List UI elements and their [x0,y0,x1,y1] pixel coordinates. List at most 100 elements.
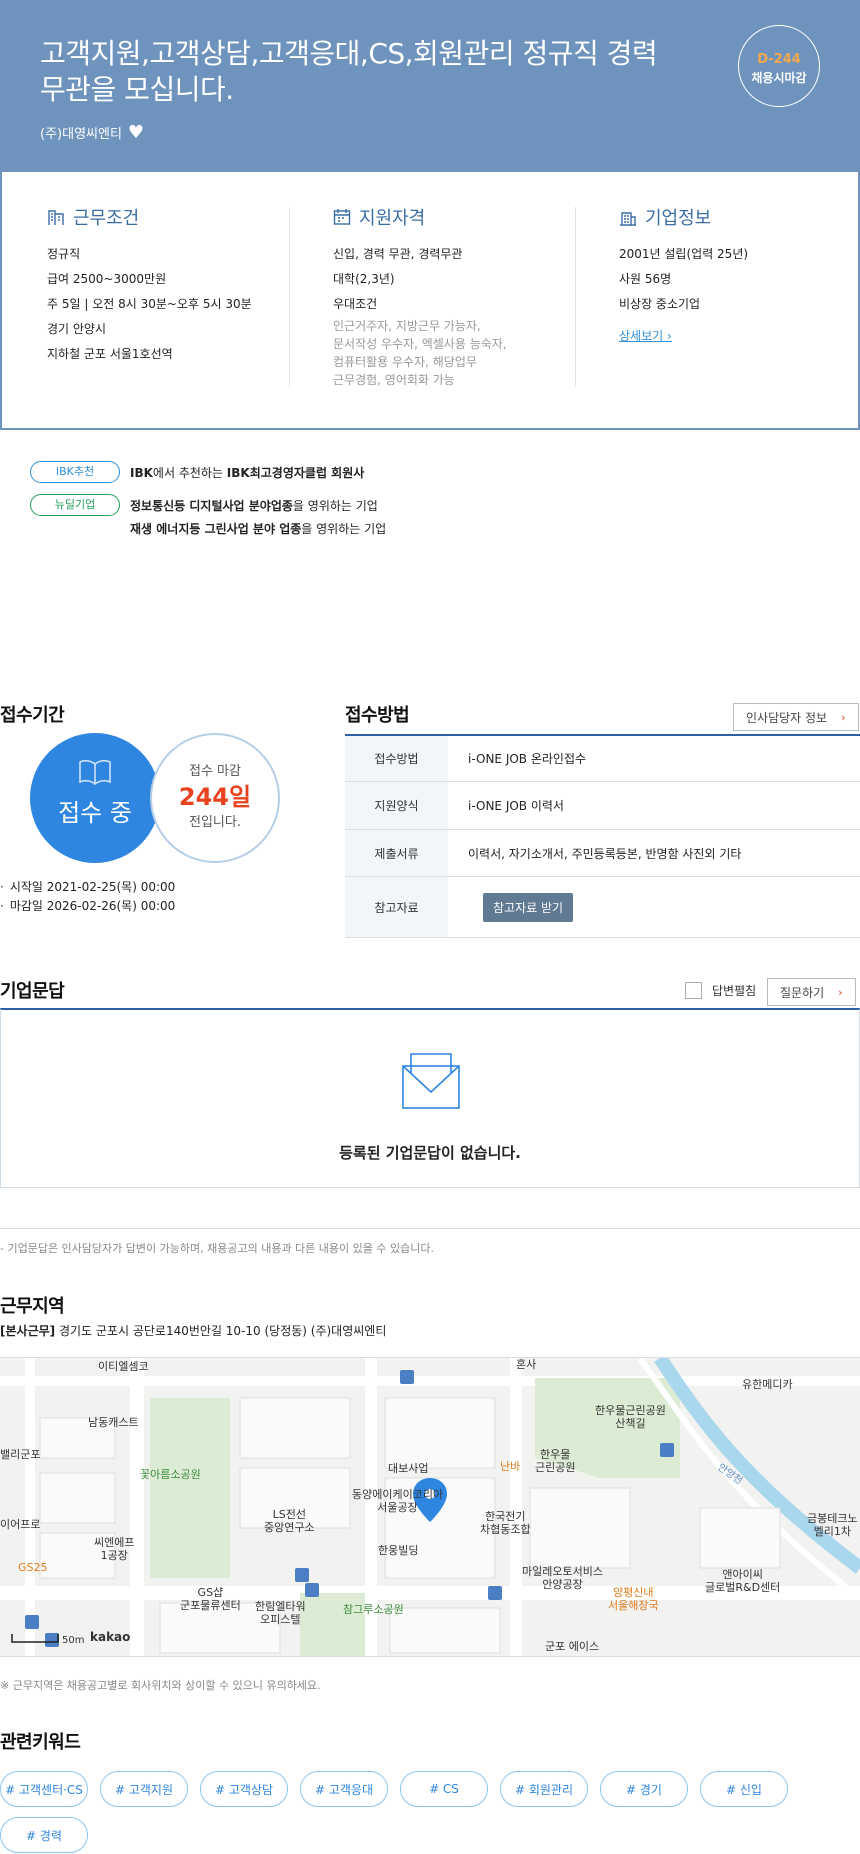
table-row: 접수방법 i-ONE JOB 온라인접수 [345,736,860,782]
newdeal-line1: 정보통신등 디지털사업 분야업종을 영위하는 기업 [130,497,378,514]
map-label: GS25 [18,1561,48,1574]
map-label: 난바 [500,1460,521,1473]
calendar-icon [333,209,351,225]
preference-line: 인근거주자, 지방근무 가능자, [333,319,481,333]
keyword-tag[interactable]: # 고객지원 [100,1771,188,1807]
download-reference-button[interactable]: 참고자료 받기 [483,892,574,922]
location-heading: 근무지역 [0,1296,65,1317]
dday-badge: D-244 채용시마감 [738,25,820,107]
ibk-club: IBK최고경영자클럽 회원사 [226,465,365,480]
keyword-tag[interactable]: # 신입 [700,1771,788,1807]
map-label: LS전선 중앙연구소 [264,1508,315,1534]
row-value: i-ONE JOB 이력서 [468,799,564,813]
deadline-type: 채용시마감 [751,71,807,85]
company-detail-link[interactable]: 상세보기 › [619,327,672,344]
heart-icon[interactable]: ♥ [128,122,144,143]
hr-contact-button[interactable]: 인사담당자 정보 › [733,703,859,731]
row-value: 이력서, 자기소개서, 주민등록등본, 반명함 사진외 기타 [468,846,742,861]
qualifications-title: 지원자격 [359,208,426,229]
ask-question-label: 질문하기 [780,985,825,1000]
map-label: 한우물 근린공원 [535,1448,576,1474]
map-label: 대보사업 [388,1462,429,1475]
map-label: 한림엘타워 오피스텔 [255,1600,306,1626]
company-name[interactable]: (주)대영씨엔티 [40,123,122,142]
map-label: 군포 에이스 [545,1640,600,1653]
company-info-heading: 기업정보 [619,204,860,230]
work-location: 경기 안양시 [47,322,107,336]
row-value: 참고자료 받기 [448,877,860,937]
map-label: 금봉테크노 벨리1차 [807,1512,858,1538]
education-requirement: 대학(2,3년) [333,272,395,286]
map-label: 마일레오토서비스 안양공장 [522,1565,603,1591]
keyword-tag[interactable]: # 고객센터·CS [0,1771,88,1807]
status-text: 접수 중 [58,799,132,827]
dday-count: D-244 [757,52,801,67]
salary: 급여 2500~3000만원 [47,272,167,286]
keyword-tag[interactable]: # 경력 [0,1817,88,1853]
map-label: 한국전기 차협동조합 [480,1510,531,1536]
map-label: 동양에이케이코리아 서울공장 [352,1488,444,1514]
address-line: [본사근무] 경기도 군포시 공단로140번안길 10-10 (당정동) (주)… [0,1322,386,1339]
newdeal-badge[interactable]: 뉴딜기업 [30,494,120,516]
work-hours: 주 5일 | 오전 8시 30분~오후 5시 30분 [47,297,252,311]
qna-note: - 기업문답은 인사담당자가 답변이 가능하며, 채용공고의 내용과 다른 내용… [0,1242,434,1255]
map-brand: kakao [90,1630,131,1644]
map-label: 혼사 [516,1358,537,1371]
deadline-circle: 접수 마감 244일 전입니다. [150,733,280,863]
ibk-description: IBK에서 추천하는 IBK최고경영자클럽 회원사 [130,464,364,481]
location-map[interactable]: 이티엘셈코 남동캐스트 밸리군포 꽃아름소공원 이어프로 씨엔에프 1공장 LS… [0,1357,860,1657]
ibk-badge[interactable]: IBK추천 [30,461,120,483]
ask-question-button[interactable]: 질문하기 › [767,978,856,1006]
map-label: 유한메디카 [742,1378,793,1391]
expand-answers-label: 답변펼침 [712,984,757,998]
keyword-tag[interactable]: # 회원관리 [500,1771,588,1807]
preference-line: 문서작성 우수자, 엑셀사용 능숙자, [333,337,507,351]
map-label: 참그루소공원 [343,1603,404,1616]
newdeal-text: 을 영위하는 기업 [292,498,378,513]
employment-type: 정규직 [47,247,81,261]
qualifications: 지원자격 신입, 경력 무관, 경력무관 대학(2,3년) 우대조건 인근거주자… [333,204,583,389]
qna-box: 등록된 기업문답이 없습니다. [0,1008,860,1188]
book-icon [79,759,111,785]
map-label: 꽃아름소공원 [140,1468,201,1481]
chevron-right-icon: › [838,985,843,999]
ibk-text: 에서 추천하는 [152,465,227,480]
work-conditions: 근무조건 정규직 급여 2500~3000만원 주 5일 | 오전 8시 30분… [47,204,297,367]
newdeal-line2: 재생 에너지등 그린사업 분야 업종을 영위하는 기업 [130,520,386,537]
table-row: 지원양식 i-ONE JOB 이력서 [345,782,860,830]
map-scale: 50m [62,1635,85,1646]
table-row: 제출서류 이력서, 자기소개서, 주민등록등본, 반명함 사진외 기타 [345,830,860,877]
qna-empty-message: 등록된 기업문답이 없습니다. [339,1144,521,1162]
company-name-row: (주)대영씨엔티 ♥ [40,122,144,143]
map-label: GS샵 군포물류센터 [180,1586,241,1612]
newdeal-second-row: 재생 에너지등 그린사업 분야 업종을 영위하는 기업 [130,520,386,537]
apply-heading: 접수방법 [345,705,410,726]
employee-count: 사원 56명 [619,272,672,286]
office-icon [620,212,636,226]
newdeal-digital: 정보통신등 디지털사업 분야업종 [130,498,293,513]
work-conditions-heading: 근무조건 [47,204,297,230]
end-date: 마감일 2026-02-26(목) 00:00 [0,897,175,916]
address-text: 경기도 군포시 공단로140번안길 10-10 (당정동) (주)대영씨엔티 [58,1324,387,1338]
preference-list: 인근거주자, 지방근무 가능자, 문서작성 우수자, 엑셀사용 능숙자, 컴퓨터… [333,317,583,389]
keyword-tag[interactable]: # 고객응대 [300,1771,388,1807]
envelope-icon [402,1053,460,1109]
apply-table: 접수방법 i-ONE JOB 온라인접수 지원양식 i-ONE JOB 이력서 … [345,734,860,938]
preference-line: 컴퓨터활용 우수자, 해당업무 [333,355,477,369]
keyword-tag[interactable]: # 고객상담 [200,1771,288,1807]
hr-contact-label: 인사담당자 정보 [746,710,828,725]
row-label: 접수방법 [345,736,448,781]
period-heading: 접수기간 [0,705,65,726]
map-label: 이어프로 [0,1518,41,1531]
newdeal-green: 재생 에너지등 그린사업 분야 업종 [130,522,302,536]
keyword-tag[interactable]: # 경기 [600,1771,688,1807]
expand-answers-toggle[interactable]: 답변펼침 [685,982,756,999]
map-label: 이티엘셈코 [98,1360,149,1373]
row-label: 참고자료 [345,877,448,937]
ibk-badge-row: IBK추천 IBK에서 추천하는 IBK최고경영자클럽 회원사 [30,461,364,483]
keyword-list: # 고객센터·CS # 고객지원 # 고객상담 # 고객응대 # CS # 회원… [0,1771,860,1853]
expand-answers-checkbox[interactable] [685,982,702,999]
table-row: 참고자료 참고자료 받기 [345,877,860,938]
row-value: i-ONE JOB 온라인접수 [468,752,587,766]
keyword-tag[interactable]: # CS [400,1771,488,1807]
